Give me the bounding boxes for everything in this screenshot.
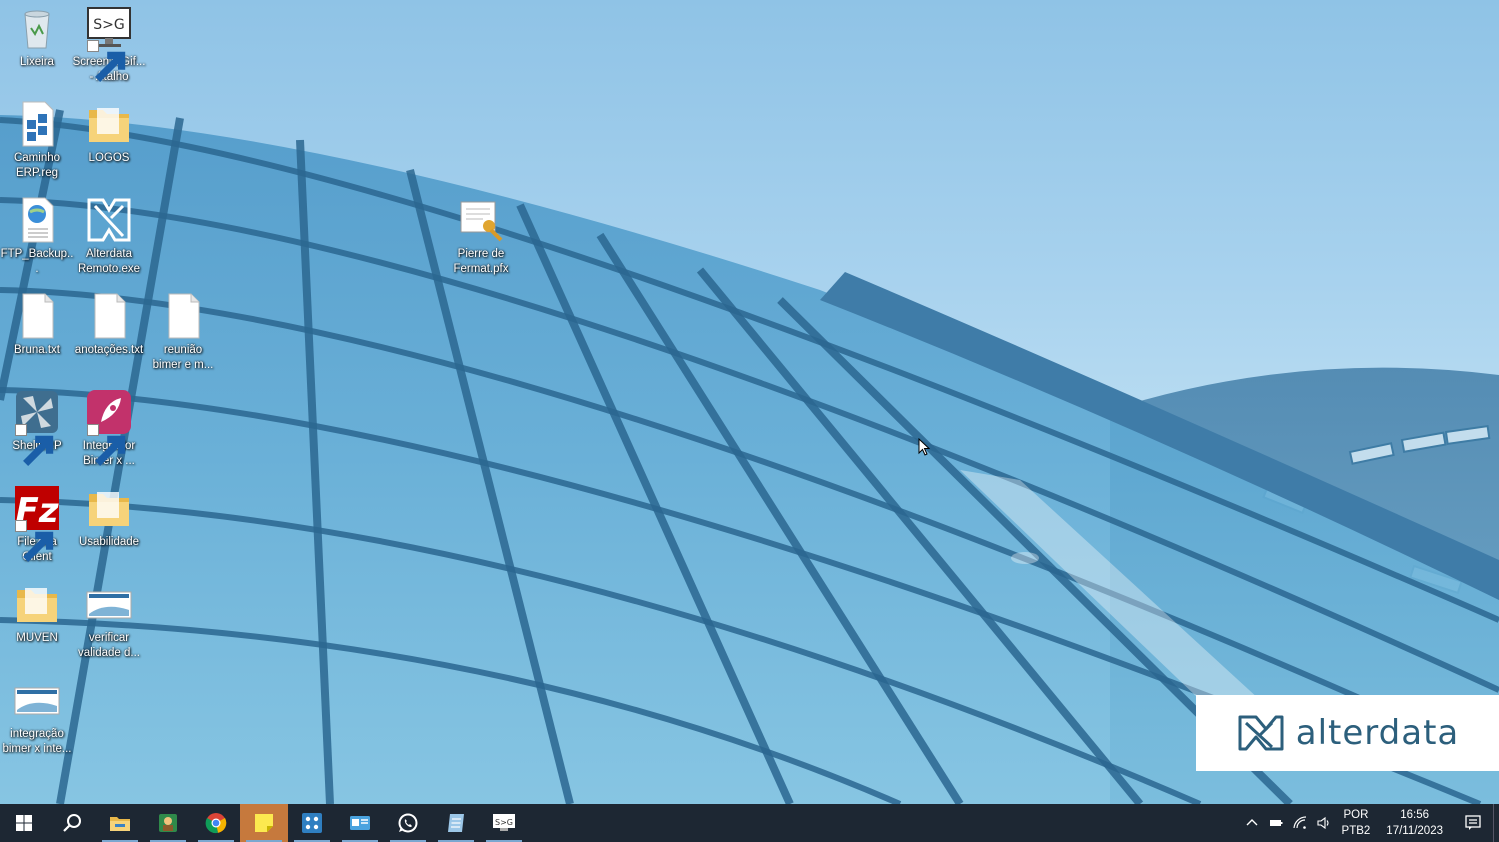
- desktop-icon-label: Usabilidade: [78, 536, 140, 548]
- alterdata-logo-text: alterdata: [1295, 713, 1460, 753]
- clock-time: 16:56: [1400, 809, 1430, 821]
- alterdata-logo: alterdata: [1196, 695, 1499, 771]
- desktop-icon[interactable]: Alterdata Remoto.exe: [72, 196, 146, 277]
- clock-date: 17/11/2023: [1386, 825, 1443, 837]
- shortcut-arrow-icon: [87, 424, 126, 466]
- shortcut-arrow-icon: [87, 40, 126, 82]
- system-tray: POR PTB2 16:56 17/11/2023: [1240, 804, 1499, 842]
- blue-grid-app-icon: [300, 811, 324, 835]
- filezilla-icon: Fz: [13, 484, 61, 562]
- desktop-icon-label: FTP_Backup...: [0, 248, 74, 275]
- desktop-icon-label: LOGOS: [88, 152, 130, 164]
- app-button-notes[interactable]: [432, 804, 480, 842]
- search-icon: [60, 811, 84, 835]
- desktop-icon-label: anotações.txt: [74, 344, 144, 356]
- recycle-bin-icon: [13, 4, 61, 52]
- shortcut-arrow-icon: [15, 520, 54, 562]
- desktop-icon[interactable]: Integrador Bimer x ...: [72, 388, 146, 469]
- desktop-icon[interactable]: S>G ScreenToGif... - Atalho: [72, 4, 146, 85]
- desktop-icon-label: verificar validade d...: [77, 632, 140, 659]
- file-explorer-button[interactable]: [96, 804, 144, 842]
- app-button-blue[interactable]: [288, 804, 336, 842]
- mouse-cursor-icon: [918, 438, 930, 456]
- search-button[interactable]: [48, 804, 96, 842]
- svg-text:S>G: S>G: [93, 17, 124, 33]
- id-card-app-icon: [348, 811, 372, 835]
- folder-icon: [85, 100, 133, 148]
- desktop-icon-label: reunião bimer e m...: [152, 344, 214, 371]
- taskbar: S>G POR PTB2 16:56 17/11/2023: [0, 804, 1499, 842]
- wallpaper-image: [0, 109, 1499, 804]
- whatsapp-button[interactable]: [384, 804, 432, 842]
- sticky-notes-button[interactable]: [240, 804, 288, 842]
- battery-icon[interactable]: [1264, 804, 1288, 842]
- volume-icon[interactable]: [1312, 804, 1336, 842]
- shellerp-icon: [13, 388, 61, 466]
- desktop-icon[interactable]: LOGOS: [72, 100, 146, 166]
- desktop-icon[interactable]: anotações.txt: [72, 292, 146, 358]
- notification-center-button[interactable]: [1453, 804, 1493, 842]
- desktop-icon[interactable]: Bruna.txt: [0, 292, 74, 358]
- screentogif-button[interactable]: S>G: [480, 804, 528, 842]
- desktop-icon-label: Lixeira: [20, 56, 54, 68]
- desktop-icon[interactable]: verificar validade d...: [72, 580, 146, 661]
- rocket-app-icon: [85, 388, 133, 466]
- alterdata-remote-icon: [85, 196, 133, 244]
- chrome-button[interactable]: [192, 804, 240, 842]
- chrome-icon: [204, 811, 228, 835]
- desktop-icon-label: Alterdata Remoto.exe: [77, 248, 140, 275]
- svg-text:S>G: S>G: [495, 818, 513, 827]
- desktop-icon[interactable]: ShellERP: [0, 388, 74, 466]
- desktop-icon[interactable]: FTP_Backup...: [0, 196, 74, 277]
- screentogif-icon: S>G: [492, 811, 516, 835]
- certificate-icon: [457, 196, 505, 244]
- desktop-icon[interactable]: Fz FileZilla Client: [0, 484, 74, 565]
- desktop-icon[interactable]: reunião bimer e m...: [146, 292, 220, 373]
- shortcut-arrow-icon: [15, 424, 54, 466]
- start-button[interactable]: [0, 804, 48, 842]
- sticky-notes-icon: [252, 811, 276, 835]
- whatsapp-icon: [396, 811, 420, 835]
- desktop-icon-label: integração bimer x inte...: [2, 728, 72, 755]
- language-code: POR: [1343, 809, 1369, 821]
- desktop-icon-label: MUVEN: [16, 632, 58, 644]
- image-file-icon: [13, 676, 61, 724]
- alterdata-logo-mark-icon: [1238, 715, 1284, 751]
- desktop[interactable]: Lixeira S>G ScreenToGif... - Atalho Caminho…: [0, 0, 1499, 804]
- text-file-icon: [13, 292, 61, 340]
- web-document-icon: [13, 196, 61, 244]
- desktop-icon[interactable]: MUVEN: [0, 580, 74, 646]
- show-hidden-icons-chevron-icon[interactable]: [1240, 804, 1264, 842]
- desktop-icon[interactable]: Usabilidade: [72, 484, 146, 550]
- registry-file-icon: [13, 100, 61, 148]
- show-desktop-button[interactable]: [1493, 804, 1499, 842]
- app-button-card[interactable]: [336, 804, 384, 842]
- text-file-icon: [85, 292, 133, 340]
- desktop-icon-label: Bruna.txt: [13, 344, 61, 356]
- language-indicator[interactable]: POR PTB2: [1342, 807, 1371, 839]
- notification-icon: [1465, 815, 1481, 830]
- desktop-icon-label: Pierre de Fermat.pfx: [453, 248, 509, 275]
- text-file-icon: [159, 292, 207, 340]
- windows-logo-icon: [12, 811, 36, 835]
- wifi-icon[interactable]: [1288, 804, 1312, 842]
- screentogif-icon: S>G: [85, 4, 133, 82]
- desktop-icon[interactable]: Caminho ERP.reg: [0, 100, 74, 181]
- folder-icon: [13, 580, 61, 628]
- image-file-icon: [85, 580, 133, 628]
- notepad-app-icon: [444, 811, 468, 835]
- desktop-icon[interactable]: Pierre de Fermat.pfx: [444, 196, 518, 277]
- desktop-icon[interactable]: integração bimer x inte...: [0, 676, 74, 757]
- keyboard-layout: PTB2: [1341, 825, 1371, 837]
- desktop-icon-label: Caminho ERP.reg: [13, 152, 61, 179]
- file-explorer-icon: [108, 811, 132, 835]
- desktop-icon[interactable]: Lixeira: [0, 4, 74, 70]
- clock[interactable]: 16:56 17/11/2023: [1386, 807, 1443, 839]
- folder-icon: [85, 484, 133, 532]
- app-button-green[interactable]: [144, 804, 192, 842]
- green-app-icon: [156, 811, 180, 835]
